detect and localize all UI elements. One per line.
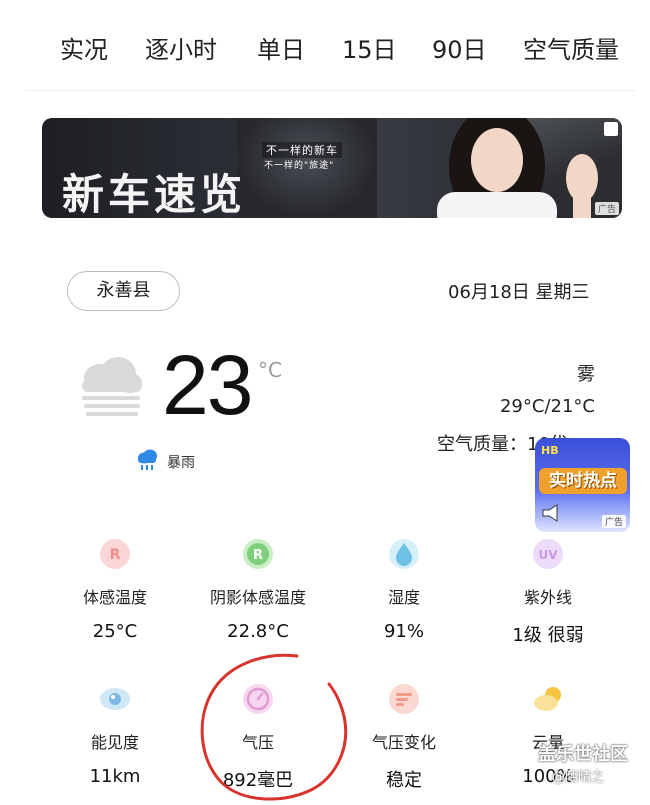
humidity-icon: [389, 539, 419, 569]
watermark-author: @陌晴之: [552, 770, 605, 785]
banner-subtagline: 不一样的"旅途": [264, 161, 335, 171]
tab-daily[interactable]: 单日: [257, 30, 305, 70]
tabs-divider: [25, 90, 635, 91]
pressure-change-icon: [389, 684, 419, 714]
shade-feels-like-icon: R: [243, 539, 273, 569]
feels-like-icon: R: [100, 539, 130, 569]
watermark: 盖乐世社区: [538, 744, 628, 765]
weather-alert[interactable]: 暴雨: [167, 452, 195, 472]
close-ad-icon[interactable]: [604, 122, 618, 136]
detail-pressure-change: 气压变化 稳定: [334, 682, 474, 792]
detail-shade-feels-like: R 阴影体感温度 22.8°C: [188, 537, 328, 642]
detail-label: 体感温度: [82, 588, 147, 607]
detail-visibility: 能见度 11km: [45, 682, 185, 787]
current-date: 06月18日 星期三: [448, 282, 590, 303]
tab-live[interactable]: 实况: [60, 30, 108, 70]
detail-label: 紫外线: [523, 588, 572, 607]
svg-text:R: R: [110, 547, 121, 563]
temperature-range: 29°C/21°C: [499, 396, 595, 417]
banner-headline: 新车速览: [62, 170, 247, 218]
detail-label: 能见度: [90, 733, 139, 752]
detail-humidity: 湿度 91%: [334, 537, 474, 642]
detail-feels-like: R 体感温度 25°C: [45, 537, 185, 642]
banner-tagline: 不一样的新车: [262, 142, 342, 158]
floating-ad[interactable]: HB 实时热点 广告: [535, 438, 630, 532]
ad-label: 广告: [594, 202, 619, 215]
detail-value: 91%: [383, 621, 424, 642]
detail-value: 25°C: [92, 621, 138, 642]
float-ad-title: 实时热点: [539, 468, 627, 494]
tab-15-day[interactable]: 15日: [342, 30, 397, 70]
location-button[interactable]: 永善县: [67, 271, 180, 311]
fog-icon: [82, 357, 142, 416]
banner-model-image: [437, 118, 598, 218]
detail-value: 22.8°C: [227, 621, 289, 642]
megaphone-icon: [542, 504, 558, 522]
detail-value: 1级 很弱: [512, 625, 584, 646]
svg-text:R: R: [253, 548, 263, 563]
ad-label: 广告: [601, 515, 626, 528]
detail-uv: UV 紫外线 1级 很弱: [478, 537, 618, 647]
tab-90-day[interactable]: 90日: [432, 30, 487, 70]
svg-text:UV: UV: [538, 548, 558, 562]
cloud-cover-icon: [534, 687, 561, 711]
banner-ad[interactable]: 不一样的新车 不一样的"旅途" 新车速览 广告: [42, 118, 622, 218]
rainstorm-alert-icon: [138, 449, 157, 470]
float-ad-badge: HB: [541, 444, 559, 457]
detail-value: 稳定: [386, 770, 422, 791]
current-temperature: 23: [162, 338, 253, 432]
weather-condition: 雾: [577, 364, 595, 385]
tab-air-quality[interactable]: 空气质量: [523, 30, 619, 70]
uv-icon: UV: [533, 539, 563, 569]
tab-hourly[interactable]: 逐小时: [145, 30, 217, 70]
detail-value: 11km: [89, 766, 141, 787]
red-circle-annotation: [200, 653, 348, 801]
forecast-tabs: 实况 逐小时 单日 15日 90日 空气质量: [0, 0, 650, 92]
temperature-unit: °C: [258, 358, 282, 382]
detail-label: 湿度: [387, 588, 420, 607]
detail-label: 气压变化: [371, 733, 436, 752]
detail-label: 阴影体感温度: [209, 588, 306, 607]
visibility-icon: [100, 688, 130, 710]
